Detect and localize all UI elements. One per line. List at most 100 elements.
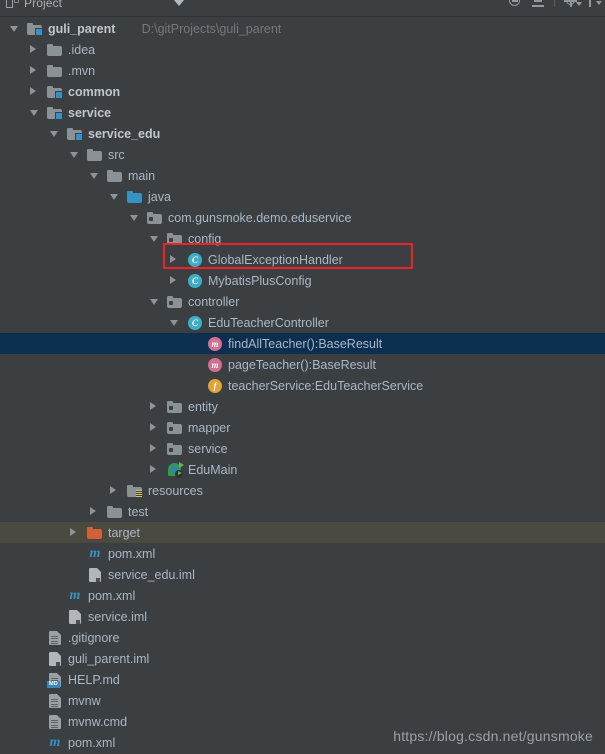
chevron-down-icon[interactable] [90,172,98,179]
expand-all-icon[interactable] [531,0,545,8]
tree-row[interactable]: MD HELP.md [0,669,605,690]
chevron-right-icon[interactable] [150,402,156,410]
tree-row-label: GlobalExceptionHandler [208,252,343,267]
tree-row[interactable]: service [0,438,605,459]
chevron-down-icon[interactable] [110,193,118,200]
tree-row[interactable]: C EduTeacherController [0,312,605,333]
chevron-down-icon[interactable] [174,0,184,6]
tree-row[interactable]: m pom.xml [0,585,605,606]
tree-row[interactable]: EduMain [0,459,605,480]
module-folder-icon [47,105,63,121]
chevron-down-icon[interactable] [50,130,58,137]
tool-window-tab-project[interactable]: Project [6,0,62,10]
tree-row[interactable]: .idea [0,39,605,60]
tree-row-label: service.iml [88,609,148,624]
chevron-right-icon[interactable] [170,276,176,284]
tree-row-label: teacherService:EduTeacherService [228,378,424,393]
chevron-down-icon[interactable] [130,214,138,221]
tree-row[interactable]: C MybatisPlusConfig [0,270,605,291]
chevron-right-icon[interactable] [30,87,36,95]
chevron-down-icon[interactable] [596,1,602,5]
class-icon: C [187,273,203,289]
tree-row[interactable]: controller [0,291,605,312]
chevron-down-icon[interactable] [70,151,78,158]
chevron-right-icon[interactable] [150,465,156,473]
package-icon [147,210,163,226]
tree-row-label: guli_parent.iml [68,651,150,666]
chevron-right-icon[interactable] [150,444,156,452]
chevron-down-icon[interactable] [30,109,38,116]
tree-row-label: EduMain [188,462,238,477]
tree-row[interactable]: f teacherService:EduTeacherService [0,375,605,396]
folder-icon [47,63,63,79]
tree-row[interactable]: m findAllTeacher():BaseResult [0,333,605,354]
tree-row[interactable]: guli_parent.iml [0,648,605,669]
folder-icon [107,504,123,520]
tree-row[interactable]: service [0,102,605,123]
tree-row[interactable]: common [0,81,605,102]
tree-row-label: common [68,84,121,99]
tree-row[interactable]: config [0,228,605,249]
tree-row[interactable]: service_edu.iml [0,564,605,585]
tree-row[interactable]: m pageTeacher():BaseResult [0,354,605,375]
tree-row-label: guli_parent [48,21,116,36]
tree-row[interactable]: guli_parent D:\gitProjects\guli_parent [0,18,605,39]
folder-icon [87,147,103,163]
tree-row[interactable]: .gitignore [0,627,605,648]
module-folder-icon [27,21,43,37]
tree-row[interactable]: service.iml [0,606,605,627]
tree-row[interactable]: resources [0,480,605,501]
chevron-right-icon[interactable] [30,45,36,53]
chevron-down-icon[interactable] [10,25,18,32]
tree-row[interactable]: src [0,144,605,165]
chevron-right-icon[interactable] [110,486,116,494]
tree-row-label: src [108,147,125,162]
project-tree: guli_parent D:\gitProjects\guli_parent .id… [0,18,605,754]
tree-row[interactable]: main [0,165,605,186]
tree-row-label: entity [188,399,218,414]
collapse-all-icon[interactable] [508,0,522,8]
tree-row-label: findAllTeacher():BaseResult [228,336,383,351]
hide-icon[interactable] [587,0,602,8]
tree-row[interactable]: mapper [0,417,605,438]
tree-row-label: pom.xml [88,588,136,603]
chevron-right-icon[interactable] [30,66,36,74]
tree-row-label: MybatisPlusConfig [208,273,312,288]
tree-row-label: java [148,189,171,204]
tree-row[interactable]: service_edu [0,123,605,144]
gear-icon[interactable] [564,0,582,8]
watermark-text: https://blog.csdn.net/gunsmoke [393,728,593,744]
tree-row[interactable]: target [0,522,605,543]
iml-file-icon [47,651,63,667]
tree-row[interactable]: java [0,186,605,207]
resources-folder-icon [127,483,143,499]
method-icon: m [207,357,223,373]
chevron-down-icon[interactable] [576,2,582,6]
field-icon: f [207,378,223,394]
tree-row[interactable]: .mvn [0,60,605,81]
tree-row-label: controller [188,294,240,309]
chevron-down-icon[interactable] [150,235,158,242]
chevron-right-icon[interactable] [150,423,156,431]
chevron-down-icon[interactable] [150,298,158,305]
chevron-down-icon[interactable] [170,319,178,326]
source-folder-icon [127,189,143,205]
tree-row-label: service [188,441,228,456]
tree-row[interactable]: mvnw [0,690,605,711]
tree-row[interactable]: com.gunsmoke.demo.eduservice [0,207,605,228]
tree-row-label: service [68,105,112,120]
chevron-right-icon[interactable] [70,528,76,536]
tree-row-label: pageTeacher():BaseResult [228,357,376,372]
package-icon [167,399,183,415]
tool-window-title: Project [24,0,63,10]
tree-row[interactable]: m pom.xml [0,543,605,564]
tree-row[interactable]: test [0,501,605,522]
module-folder-icon [67,126,83,142]
excluded-folder-icon [87,525,103,541]
chevron-right-icon[interactable] [90,507,96,515]
tree-row[interactable]: entity [0,396,605,417]
tree-row[interactable]: C GlobalExceptionHandler [0,249,605,270]
project-icon [6,0,19,9]
tool-window-actions [508,0,602,8]
chevron-right-icon[interactable] [170,255,176,263]
